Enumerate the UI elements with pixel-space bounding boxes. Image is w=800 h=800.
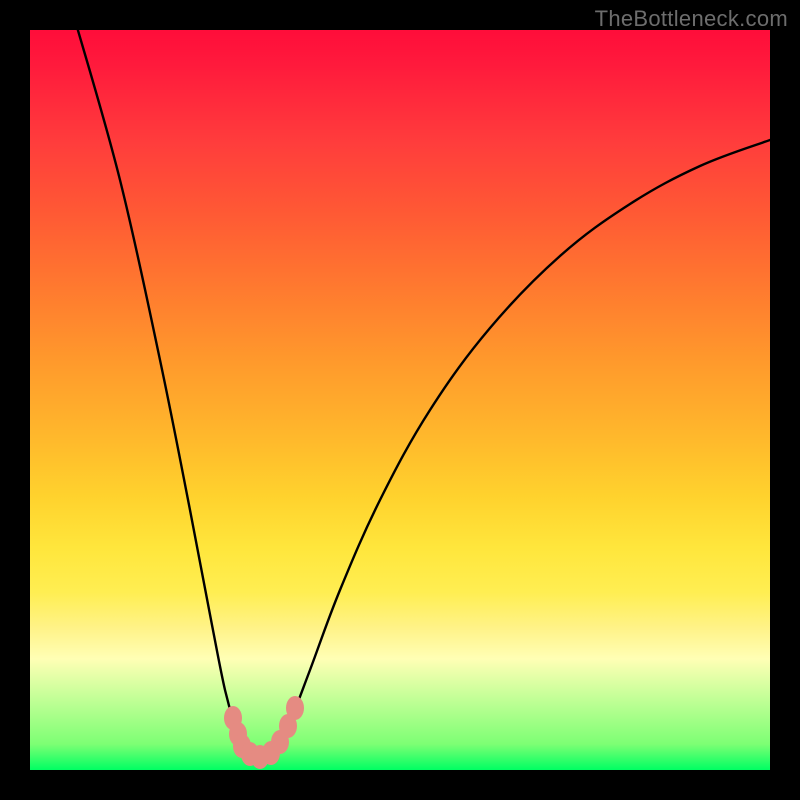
curve-layer: [30, 30, 770, 770]
attribution-text: TheBottleneck.com: [595, 6, 788, 32]
outer-frame: TheBottleneck.com: [0, 0, 800, 800]
bottleneck-curve: [75, 30, 770, 757]
curve-marker: [286, 696, 304, 720]
plot-area: [30, 30, 770, 770]
